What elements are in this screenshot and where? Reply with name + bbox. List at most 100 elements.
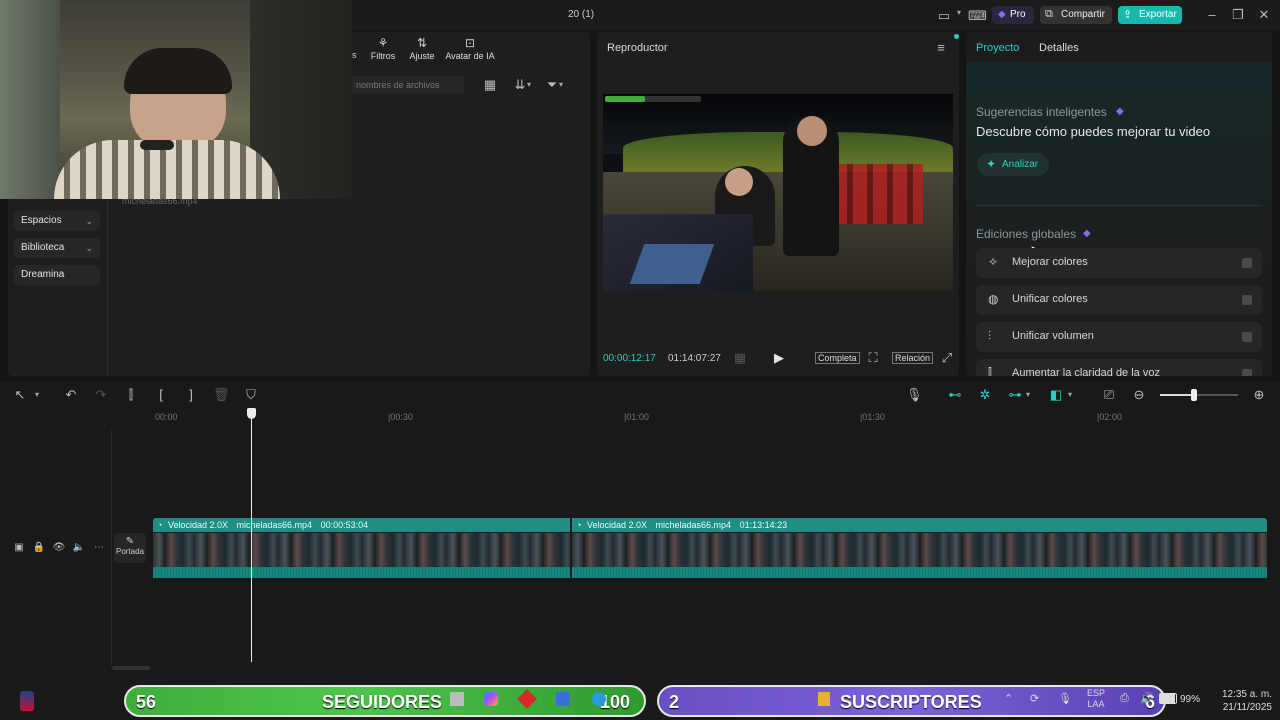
redo-icon[interactable]: ↷ (93, 387, 109, 403)
edit-toggle[interactable] (1242, 332, 1252, 342)
webcam-hair (124, 48, 232, 94)
undo-icon[interactable]: ↶ (63, 387, 79, 403)
copilot-icon[interactable] (484, 692, 498, 706)
search-input[interactable]: nombres de archivos (352, 76, 464, 94)
clip-1-thumbnails[interactable] (153, 533, 570, 567)
grid-view-icon[interactable]: ▦ (482, 77, 498, 93)
filter-icon[interactable]: ⏷ (544, 77, 560, 93)
split-icon[interactable]: ⫿ (123, 387, 139, 403)
play-icon[interactable]: ▶ (771, 350, 787, 366)
preview-axis-icon[interactable]: ◧ (1048, 387, 1064, 403)
mic-tray-icon[interactable]: 🎙 (1058, 692, 1072, 705)
microphone-icon[interactable]: 🎙 (906, 387, 923, 403)
sidebar-item-dreamina[interactable]: Dreamina (14, 265, 100, 285)
eye-icon[interactable]: 👁 (51, 540, 67, 556)
playhead-handle[interactable] (247, 408, 256, 419)
ruler-label: |01:00 (624, 412, 649, 422)
snap-icon[interactable]: ⊶ (1007, 387, 1023, 403)
chevron-down-icon[interactable]: ▾ (1068, 390, 1072, 399)
tab-project[interactable]: Proyecto (976, 42, 1019, 54)
lock-icon[interactable]: 🔒 (31, 540, 47, 556)
zoom-slider-handle[interactable] (1191, 389, 1197, 401)
sort-chevron-icon[interactable]: ▾ (527, 80, 531, 89)
volume-icon[interactable]: 🔊 (1140, 692, 1154, 705)
edit-toggle[interactable] (1242, 369, 1252, 376)
select-pointer-icon[interactable]: ↖ (12, 387, 28, 403)
more-icon[interactable]: ⋯ (91, 540, 107, 556)
edit-toggle[interactable] (1242, 295, 1252, 305)
analyze-label: Analizar (1002, 159, 1039, 170)
gem-icon: ◆ (1116, 106, 1124, 117)
clip-2-thumbnails[interactable] (572, 533, 1267, 567)
clip-1-waveform (153, 567, 570, 578)
edit-row-unify-colors[interactable]: ◍ Unificar colores (976, 285, 1262, 315)
chevron-down-icon[interactable]: ▾ (35, 390, 39, 399)
sync-icon[interactable]: ⟳ (1030, 692, 1039, 705)
folder-icon[interactable] (818, 692, 830, 706)
subscribers-count: 2 (669, 692, 680, 712)
share-button[interactable]: ⧉ Compartir (1040, 6, 1112, 24)
zoom-slider[interactable] (1160, 389, 1238, 401)
browser-icon[interactable] (592, 692, 606, 706)
tab-ai-avatar[interactable]: ⊡ Avatar de IA (444, 36, 496, 61)
analyze-button[interactable]: ✦ Analizar (977, 153, 1049, 176)
magnet-icon[interactable]: ⊷ (947, 387, 963, 403)
minimize-icon[interactable]: – (1204, 7, 1220, 23)
tab-details[interactable]: Detalles (1039, 42, 1079, 54)
trim-right-icon[interactable]: ] (183, 387, 199, 403)
fullscreen-icon[interactable]: ⤢ (939, 350, 955, 366)
voice-wave-icon: ⫿ (988, 366, 992, 376)
filter-chevron-icon[interactable]: ▾ (559, 80, 563, 89)
sidebar-item-library[interactable]: Biblioteca ⌄ (14, 238, 100, 258)
zoom-in-icon[interactable]: ⊕ (1251, 387, 1267, 403)
chevron-up-icon[interactable]: ⌃ (1004, 692, 1013, 705)
tab-filters[interactable]: ⚘ Filtros (370, 36, 396, 61)
layout-chevron-icon[interactable]: ▾ (957, 8, 961, 17)
video-preview[interactable] (603, 94, 953, 291)
maximize-icon[interactable]: ❐ (1230, 7, 1246, 23)
taskbar-app-icon[interactable] (450, 692, 464, 706)
close-icon[interactable]: ✕ (1256, 7, 1272, 23)
delete-icon[interactable]: 🗑 (213, 387, 230, 403)
edit-row-enhance-colors[interactable]: ✧ Mejorar colores (976, 248, 1262, 278)
edit-toggle[interactable] (1242, 258, 1252, 268)
full-button[interactable]: Completa (815, 352, 860, 364)
clip-name: micheladas66.mp4 (655, 520, 732, 530)
marker-icon[interactable]: ⛉ (243, 387, 259, 403)
menu-icon[interactable]: ≡ (933, 40, 949, 56)
language-indicator[interactable]: ESP LAA (1087, 688, 1105, 710)
shortcuts-icon[interactable]: ⌨ (968, 8, 987, 24)
tab-cut[interactable]: s (352, 50, 357, 60)
frame-grid-icon[interactable]: ▦ (732, 350, 748, 366)
media-divider (107, 199, 108, 376)
current-time: 00:00:12:17 (603, 353, 656, 364)
pro-button[interactable]: ◆ Pro (992, 6, 1034, 24)
clip-1[interactable]: ◔ Velocidad 2.0X micheladas66.mp4 00:00:… (153, 518, 570, 532)
layout-icon[interactable]: ▭ (936, 8, 952, 24)
sort-icon[interactable]: ⇊ (512, 77, 528, 93)
clip-speed: Velocidad 2.0X (586, 520, 647, 530)
timeline-scrollbar[interactable] (112, 666, 150, 670)
nba-icon[interactable] (20, 691, 34, 711)
trim-left-icon[interactable]: [ (153, 387, 169, 403)
battery-icon[interactable] (1159, 693, 1177, 704)
edit-row-unify-volume[interactable]: ⫶ Unificar volumen (976, 322, 1262, 352)
link-icon[interactable]: ✲ (977, 387, 993, 403)
global-edits-title: Ediciones globales (976, 227, 1077, 241)
export-button[interactable]: ⇪ Exportar (1118, 6, 1182, 24)
clip-2[interactable]: ◔ Velocidad 2.0X micheladas66.mp4 01:13:… (572, 518, 1267, 532)
edit-row-voice-clarity[interactable]: ⫿ Aumentar la claridad de la voz (976, 359, 1262, 376)
clock[interactable]: 12:35 a. m. 21/11/2025 (1212, 688, 1272, 714)
zoom-out-icon[interactable]: ⊖ (1131, 387, 1147, 403)
ratio-button[interactable]: Relación (892, 352, 934, 364)
playhead[interactable] (251, 410, 252, 662)
cover-button[interactable]: ✎ Portada (114, 533, 146, 563)
caption-icon[interactable]: ⎚ (1101, 387, 1117, 403)
tab-adjust[interactable]: ⇅ Ajuste (408, 36, 436, 61)
sidebar-item-spaces[interactable]: Espacios ⌄ (14, 211, 100, 231)
chevron-down-icon[interactable]: ▾ (1026, 390, 1030, 399)
store-icon[interactable] (556, 692, 570, 706)
network-icon[interactable]: ⎙ (1120, 692, 1129, 705)
speaker-icon[interactable]: 🔈 (71, 540, 87, 556)
fit-screen-icon[interactable]: ⛶ (865, 350, 881, 366)
